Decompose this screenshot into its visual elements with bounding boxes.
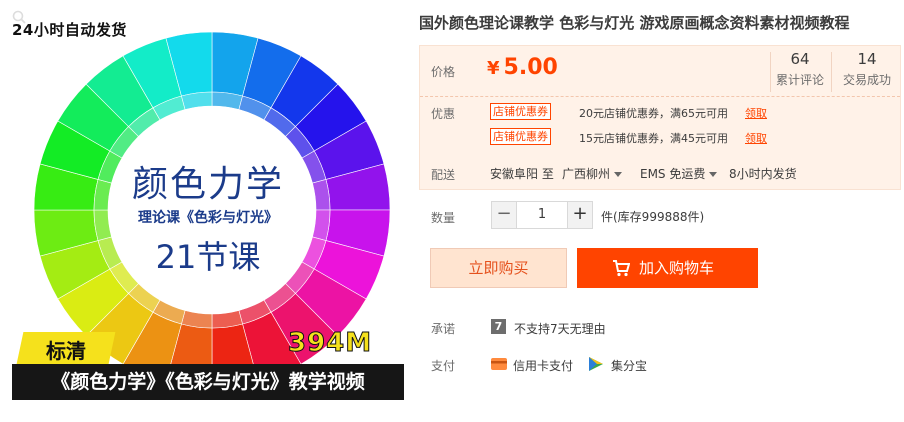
auto-delivery-badge: 24小时自动发货 bbox=[12, 21, 127, 39]
quantity-increase-button[interactable]: + bbox=[567, 201, 593, 229]
credit-card-icon bbox=[491, 358, 507, 370]
chevron-down-icon bbox=[709, 172, 718, 177]
shipping-label: 配送 bbox=[431, 168, 456, 182]
add-to-cart-button[interactable]: 加入购物车 bbox=[577, 248, 758, 288]
price-value: ¥5.00 bbox=[487, 55, 558, 80]
product-title: 国外颜色理论课教学 色彩与灯光 游戏原画概念资料素材视频教程 bbox=[419, 14, 850, 32]
price-amount: 5.00 bbox=[503, 55, 558, 80]
deals-label: 交易成功 bbox=[842, 73, 891, 87]
price-separator bbox=[420, 96, 900, 97]
reviews-stat[interactable]: 64 累计评论 bbox=[774, 50, 826, 88]
stock-info: 件(库存999888件) bbox=[601, 210, 705, 224]
ship-from: 安徽阜阳 至 bbox=[490, 167, 554, 181]
buy-now-button[interactable]: 立即购买 bbox=[430, 248, 567, 288]
ship-method-select[interactable]: EMS 免运费 bbox=[640, 165, 718, 182]
product-image[interactable]: 24小时自动发货 颜色力学 理论课《色彩与灯光》 21节课 标清 394M 《颜… bbox=[12, 10, 404, 400]
payment-method: 集分宝 bbox=[611, 359, 648, 373]
claim-coupon-link[interactable]: 领取 bbox=[745, 130, 767, 146]
claim-coupon-link[interactable]: 领取 bbox=[745, 105, 767, 121]
reviews-count: 64 bbox=[790, 50, 810, 68]
promise-text: 不支持7天无理由 bbox=[514, 322, 606, 336]
stat-divider bbox=[831, 52, 832, 92]
reviews-label: 累计评论 bbox=[775, 73, 824, 87]
cart-icon bbox=[613, 260, 630, 277]
zoom-icon[interactable] bbox=[12, 10, 26, 24]
quantity-label: 数量 bbox=[431, 211, 456, 225]
payment-label: 支付 bbox=[431, 359, 456, 373]
file-size-label: 394M bbox=[287, 328, 373, 359]
promise-label: 承诺 bbox=[431, 322, 456, 336]
coupon-tag: 店铺优惠券 bbox=[490, 128, 551, 145]
image-title: 颜色力学 bbox=[131, 164, 284, 205]
price-label: 价格 bbox=[431, 65, 456, 79]
ship-method-value: EMS 免运费 bbox=[640, 167, 706, 181]
image-caption: 《颜色力学》《色彩与灯光》教学视频 bbox=[51, 371, 365, 393]
deals-count: 14 bbox=[857, 50, 877, 68]
chevron-down-icon bbox=[614, 172, 623, 177]
ship-to-select[interactable]: 广西柳州 bbox=[562, 165, 623, 182]
quantity-input[interactable]: 1 bbox=[517, 201, 567, 229]
quantity-decrease-button[interactable]: − bbox=[491, 201, 517, 229]
coupons-label: 优惠 bbox=[431, 107, 456, 121]
quality-label: 标清 bbox=[46, 339, 86, 363]
ship-time: 8小时内发货 bbox=[729, 167, 797, 181]
jifenbao-icon bbox=[589, 357, 603, 371]
ship-to-value: 广西柳州 bbox=[562, 167, 611, 181]
currency-symbol: ¥ bbox=[487, 58, 500, 79]
coupon-text: 20元店铺优惠券，满65元可用 bbox=[579, 107, 728, 120]
stat-divider bbox=[770, 52, 771, 92]
lesson-count: 21节课 bbox=[155, 238, 261, 276]
coupon-tag: 店铺优惠券 bbox=[490, 103, 551, 120]
coupon-text: 15元店铺优惠券，满45元可用 bbox=[579, 132, 728, 145]
seven-day-icon: 7 bbox=[491, 319, 506, 334]
payment-method: 信用卡支付 bbox=[513, 359, 574, 373]
deals-stat: 14 交易成功 bbox=[838, 50, 896, 88]
add-to-cart-label: 加入购物车 bbox=[639, 259, 715, 277]
image-subtitle: 理论课《色彩与灯光》 bbox=[138, 210, 278, 226]
